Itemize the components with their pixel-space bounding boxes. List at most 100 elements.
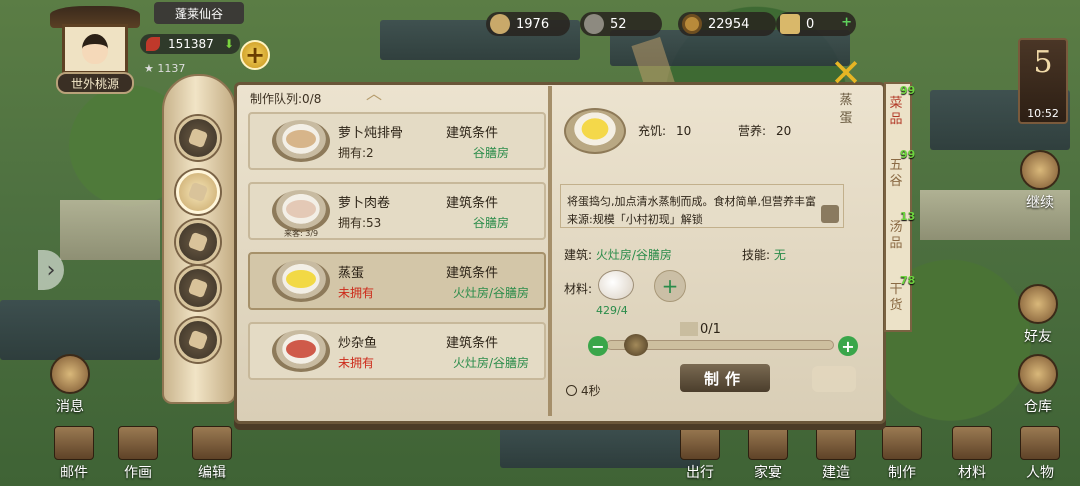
leaf-icon [146,37,160,51]
recipe-item[interactable]: 萝卜炖排骨 拥有:2 建筑条件 谷膳房 [248,112,546,170]
resource-fish[interactable]: 52 [580,12,662,36]
location-name[interactable]: 蓬莱仙谷 [154,2,244,24]
news-button[interactable]: 消息 [50,354,90,416]
food-icon [286,270,316,288]
recipe-cond-label: 建筑条件 [446,336,499,351]
recipe-description: 将蛋捣匀,加点清水蒸制而成。食材简单,但营养丰富 来源:规模「小村初现」解锁 [560,184,844,228]
guest-badge: 来客: 3/9 [284,229,319,238]
category-clothes[interactable] [176,266,220,310]
building-value: 火灶房/谷膳房 [595,248,672,262]
make-button[interactable]: 制作 [680,364,770,392]
scroll-icon [780,14,800,34]
player-card[interactable]: 世外桃源 [50,6,140,94]
warehouse-icon [1018,354,1058,394]
recipe-item[interactable]: 来客: 3/9 萝卜肉卷 拥有:53 建筑条件 谷膳房 [248,182,546,240]
category-accessory[interactable] [176,318,220,362]
nav-label: 出行 [686,465,714,481]
craft-icon [882,426,922,460]
hunger-value: 10 [676,124,692,138]
nav-travel[interactable]: 出行 [672,426,728,482]
avatar[interactable] [62,24,128,74]
skill-value: 无 [773,248,786,262]
recipe-cond-label: 建筑条件 [446,266,499,281]
nutrition-stat: 营养: 20 [738,122,791,139]
recipe-item[interactable]: 炒杂鱼 未拥有 建筑条件 火灶房/谷膳房 [248,322,546,380]
friends-label: 好友 [1024,329,1052,345]
day-counter[interactable]: 5 10:52 [1018,38,1068,124]
tab-dishes[interactable]: 菜品 [886,96,906,128]
recipe-cond-label: 建筑条件 [446,196,499,211]
plus-icon[interactable]: + [841,15,852,30]
quantity-text: 0/1 [700,322,721,337]
accessory-icon [187,329,209,351]
resource-coin[interactable]: 22954 [678,12,776,36]
add-button[interactable]: + [240,40,270,70]
decrease-button[interactable]: − [588,336,608,356]
close-icon[interactable]: ✕ [826,54,866,92]
arrow-down-icon: ⬇ [223,37,234,51]
category-food[interactable] [176,170,220,214]
avatar-face [82,34,108,64]
nav-label: 家宴 [754,465,782,481]
increase-button[interactable]: + [838,336,858,356]
craft-time: 4秒 [566,382,601,399]
building-label: 建筑: [564,248,593,262]
tab-grains[interactable]: 五谷 [886,158,906,190]
nav-banquet[interactable]: 家宴 [740,426,796,482]
nav-materials[interactable]: 材料 [944,426,1000,482]
resource-rice[interactable]: 1976 [486,12,570,36]
recipe-item-selected[interactable]: 蒸蛋 未拥有 建筑条件 火灶房/谷膳房 [248,252,546,310]
nav-label: 制作 [888,465,916,481]
nutrition-label: 营养: [738,124,767,138]
continue-button[interactable]: 继续 [1020,150,1060,212]
nav-paint[interactable]: 作画 [110,426,166,482]
resource-value: 1976 [516,16,550,32]
friends-button[interactable]: 好友 [1018,284,1058,346]
recipe-owned: 未拥有 [338,286,375,300]
recipe-cond-value: 谷膳房 [472,146,509,160]
chevron-up-icon[interactable]: ︿ [366,80,382,104]
background-wall [60,200,160,260]
bowl-icon [187,181,209,203]
warehouse-button[interactable]: 仓库 [1018,354,1058,416]
star-stat: ★ 1137 [144,62,186,75]
recipe-name: 萝卜肉卷 [338,196,391,211]
material-count: 429/4 [596,304,628,317]
background-roof [500,428,700,468]
nav-edit[interactable]: 编辑 [184,426,240,482]
description-line: 将蛋捣匀,加点清水蒸制而成。食材简单,但营养丰富 [567,195,816,208]
nav-mail[interactable]: 邮件 [46,426,102,482]
continue-label: 继续 [1026,195,1054,211]
recipe-name: 炒杂鱼 [338,336,378,351]
slider-handle[interactable] [624,334,648,356]
nav-characters[interactable]: 人物 [1012,426,1068,482]
food-icon [286,130,316,148]
recipe-cond-value: 谷膳房 [472,216,509,230]
book-icon[interactable] [821,205,839,223]
nutrition-value: 20 [776,124,792,138]
craft-time-value: 4秒 [581,384,601,398]
news-label: 消息 [56,399,84,415]
nav-label: 编辑 [198,465,226,481]
skill-requirement: 技能: 无 [742,246,786,263]
category-grain[interactable] [176,220,220,264]
tab-count: 13 [900,210,916,223]
category-tools[interactable] [176,116,220,160]
nav-craft[interactable]: 制作 [874,426,930,482]
resource-value: 0 [806,16,815,32]
egg-icon[interactable] [598,270,634,300]
fish-icon [584,14,604,34]
food-icon [286,340,316,358]
selected-dish-icon [564,108,626,154]
nav-build[interactable]: 建造 [808,426,864,482]
tab-soups[interactable]: 汤品 [886,220,906,252]
tab-count: 99 [900,84,916,97]
edit-icon [192,426,232,460]
add-material-button[interactable]: + [654,270,686,302]
secondary-button[interactable] [812,366,856,392]
resource-scroll[interactable]: 0 + [776,12,856,36]
warehouse-label: 仓库 [1024,399,1052,415]
player-badge: 世外桃源 [56,72,134,94]
nav-label: 邮件 [60,465,88,481]
nav-label: 人物 [1026,465,1054,481]
